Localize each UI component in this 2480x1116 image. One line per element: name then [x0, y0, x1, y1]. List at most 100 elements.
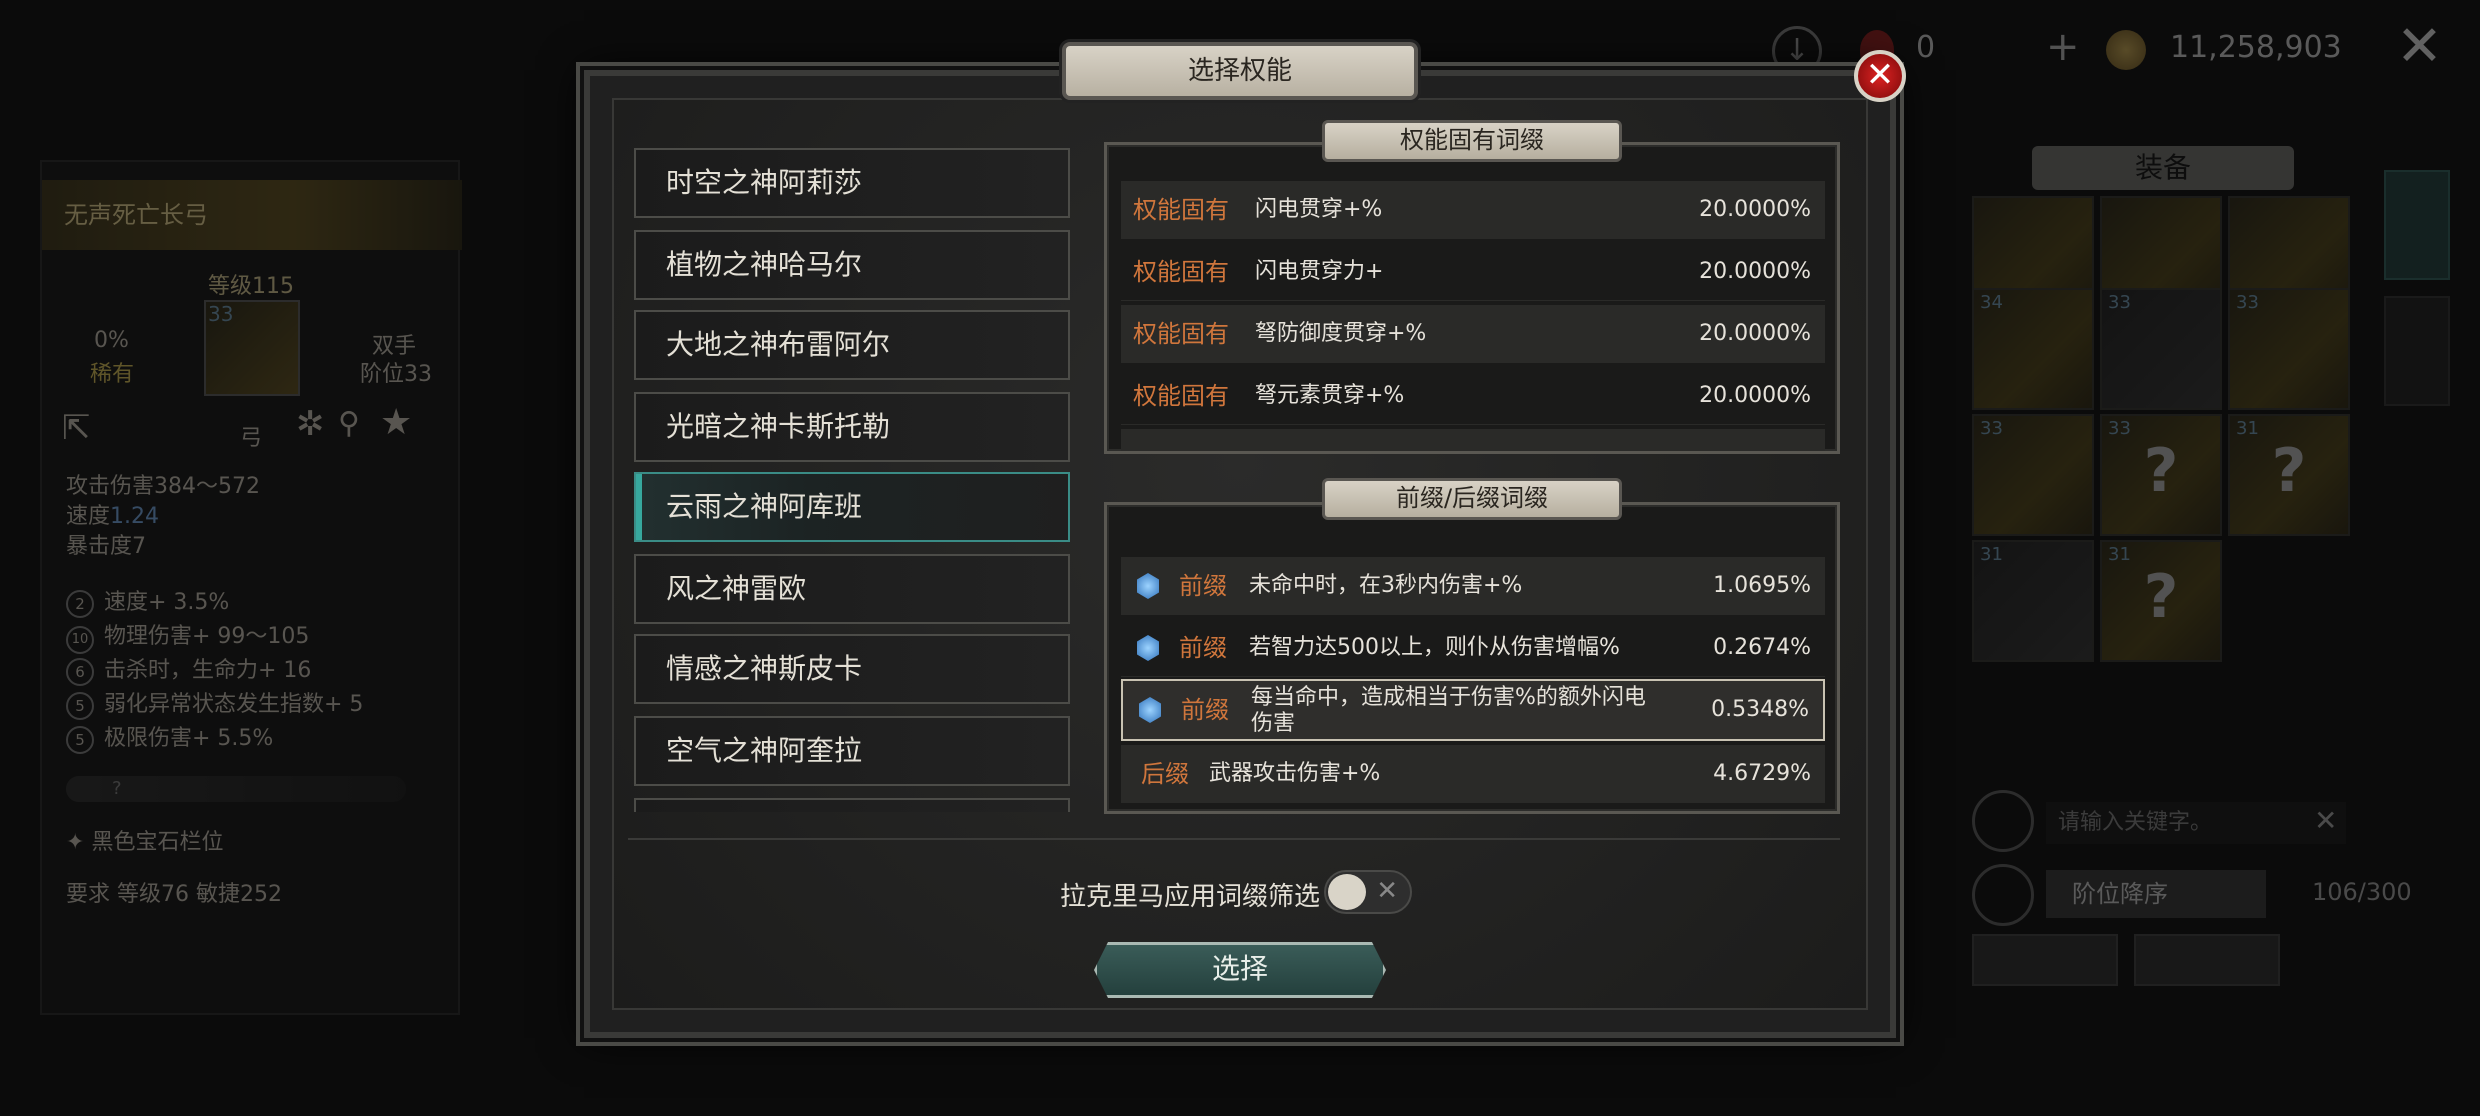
- row-tag: 后缀: [1141, 760, 1189, 788]
- item-level: 等级115: [208, 274, 294, 299]
- bonus-text: 速度+ 3.5%: [104, 590, 230, 615]
- equipment-slot[interactable]: 33: [2228, 288, 2350, 410]
- list-view-button[interactable]: [1972, 934, 2118, 986]
- speed-label: 速度: [66, 504, 111, 529]
- close-screen-icon[interactable]: ✕: [2396, 14, 2443, 79]
- settings-icon[interactable]: ✲: [296, 404, 325, 444]
- download-icon[interactable]: ↓: [1772, 26, 1822, 76]
- bonus-2: 10 物理伤害+ 99～105: [66, 618, 309, 654]
- item-icon-level: 33: [208, 302, 234, 326]
- god-item-partial[interactable]: [634, 798, 1070, 812]
- requirement: 要求 等级76 敏捷252: [66, 882, 282, 907]
- modal-divider: [628, 838, 1840, 840]
- search-input[interactable]: 请输入关键字。: [2046, 802, 2346, 844]
- gem-slot: ✦ 黑色宝石栏位: [66, 824, 223, 856]
- bulk-select-button[interactable]: [2134, 934, 2280, 986]
- row-value: 1.0695%: [1713, 573, 1811, 598]
- slot-level: 31: [1980, 544, 2003, 565]
- equipment-slot[interactable]: 31?: [2100, 540, 2222, 662]
- slot-level: 33: [2108, 292, 2131, 313]
- equipment-slot[interactable]: 33: [2100, 288, 2222, 410]
- tier-label: 阶位33: [360, 362, 432, 387]
- modal-close-button[interactable]: ✕: [1854, 50, 1906, 102]
- equipment-tab-other[interactable]: [2384, 296, 2450, 406]
- row-desc: 每当命中，造成相当于伤害%的额外闪电 伤害: [1251, 685, 1646, 737]
- select-button[interactable]: 选择: [1094, 942, 1386, 998]
- god-item[interactable]: 时空之神阿莉莎: [634, 148, 1070, 218]
- equipment-slot[interactable]: 33: [1972, 414, 2094, 536]
- modal-title: 选择权能: [1062, 42, 1418, 100]
- slot-level: 33: [2236, 292, 2259, 313]
- currency-b-value: 11,258,903: [2170, 30, 2342, 65]
- bonus-text: 极限伤害+ 5.5%: [104, 726, 274, 751]
- bonus-3: 6 击杀时，生命力+ 16: [66, 652, 311, 686]
- equipment-slot[interactable]: 33?: [2100, 414, 2222, 536]
- bonus-1: 2 速度+ 3.5%: [66, 584, 229, 618]
- unknown-item-icon: ?: [2271, 436, 2307, 506]
- bonus-tier-5: 5: [66, 726, 94, 754]
- sort-dropdown[interactable]: 阶位降序: [2046, 870, 2266, 918]
- gold-coin-icon: [2106, 30, 2146, 70]
- item-name: 无声死亡长弓: [42, 180, 462, 250]
- inherent-rows[interactable]: 权能固有 闪电贯穿+% 20.0000% 权能固有 闪电贯穿力+ 20.0000% 权能…: [1107, 181, 1837, 451]
- row-value: 20.0000%: [1699, 383, 1811, 408]
- row-desc-line-2: 伤害: [1251, 711, 1296, 736]
- crit-stat: 暴击度7: [66, 534, 146, 559]
- clear-search-icon[interactable]: ✕: [2314, 804, 2337, 837]
- god-item[interactable]: 大地之神布雷阿尔: [634, 310, 1070, 380]
- row-value: 20.0000%: [1699, 321, 1811, 346]
- share-icon[interactable]: ⇱: [62, 408, 91, 448]
- toggle-off-icon: ✕: [1376, 876, 1398, 906]
- search-icon[interactable]: ⚲: [338, 406, 360, 441]
- bonus-tier-3: 6: [66, 658, 94, 686]
- god-item[interactable]: 植物之神哈马尔: [634, 230, 1070, 300]
- affix-row-selected[interactable]: 前缀 每当命中，造成相当于伤害%的额外闪电 伤害 0.5348%: [1121, 679, 1825, 741]
- god-item[interactable]: 空气之神阿奎拉: [634, 716, 1070, 786]
- row-desc: 未命中时，在3秒内伤害+%: [1249, 573, 1523, 598]
- equipment-slot[interactable]: 34: [1972, 288, 2094, 410]
- row-value: 0.2674%: [1713, 635, 1811, 660]
- affix-row: 前缀 若智力达500以上，则仆从伤害增幅% 0.2674%: [1121, 619, 1825, 677]
- affix-title: 前缀/后缀词缀: [1322, 478, 1622, 520]
- rarity-percent: 0%: [94, 328, 129, 353]
- row-desc: 闪电贯穿+%: [1255, 197, 1383, 222]
- equipment-tab-weapon[interactable]: [2384, 170, 2450, 280]
- equipment-slot[interactable]: 31?: [2228, 414, 2350, 536]
- bonus-text: 弱化异常状态发生指数+ 5: [104, 692, 364, 717]
- equipment-title: 装备: [2032, 146, 2294, 190]
- filter-icon[interactable]: [1972, 864, 2034, 926]
- row-tag: 权能固有: [1133, 382, 1229, 410]
- row-desc-line-1: 每当命中，造成相当于伤害%的额外闪电: [1251, 685, 1646, 710]
- attack-stat: 攻击伤害384～572: [66, 474, 260, 499]
- row-tag: 权能固有: [1133, 320, 1229, 348]
- filter-toggle[interactable]: ✕: [1324, 870, 1412, 914]
- add-currency-button[interactable]: +: [2046, 24, 2080, 70]
- row-desc: 弩防御度贯穿+%: [1255, 321, 1427, 346]
- star-icon[interactable]: ★: [380, 402, 412, 443]
- gem-icon: [1139, 697, 1161, 723]
- god-item[interactable]: 情感之神斯皮卡: [634, 634, 1070, 704]
- inherent-row-partial: [1121, 429, 1825, 451]
- row-tag: 前缀: [1179, 572, 1227, 600]
- search-button-icon[interactable]: [1972, 790, 2034, 852]
- bonus-text: 物理伤害+ 99～105: [104, 624, 310, 649]
- row-tag: 权能固有: [1133, 258, 1229, 286]
- bonus-text: 击杀时，生命力+ 16: [104, 658, 312, 683]
- inherent-affix-box: 权能固有 闪电贯穿+% 20.0000% 权能固有 闪电贯穿力+ 20.0000% 权能…: [1104, 142, 1840, 454]
- god-item-selected[interactable]: 云雨之神阿库班: [634, 472, 1070, 542]
- slot-level: 33: [1980, 418, 2003, 439]
- god-list[interactable]: 时空之神阿莉莎 植物之神哈马尔 大地之神布雷阿尔 光暗之神卡斯托勒 云雨之神阿库…: [634, 148, 1070, 812]
- equipment-slot[interactable]: 31: [1972, 540, 2094, 662]
- god-item[interactable]: 光暗之神卡斯托勒: [634, 392, 1070, 462]
- god-item[interactable]: 风之神雷欧: [634, 554, 1070, 624]
- speed-value: 1.24: [110, 504, 159, 529]
- speed-stat: 速度1.24: [66, 498, 159, 530]
- unknown-bonus-bar: ?: [66, 776, 406, 802]
- currency-a-value: 0: [1916, 30, 1936, 65]
- toggle-knob: [1328, 874, 1366, 910]
- row-desc: 闪电贯穿力+: [1255, 259, 1384, 284]
- bonus-tier-4: 5: [66, 692, 94, 720]
- rarity-label: 稀有: [90, 362, 135, 387]
- bonus-4: 5 弱化异常状态发生指数+ 5: [66, 686, 363, 720]
- bonus-5: 5 极限伤害+ 5.5%: [66, 720, 273, 754]
